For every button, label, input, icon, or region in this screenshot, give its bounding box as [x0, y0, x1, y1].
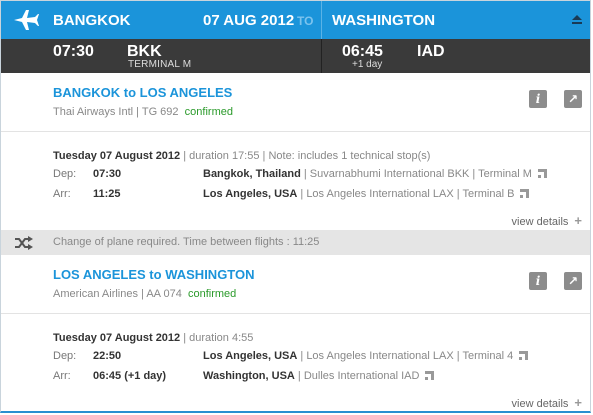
segment-duration: | duration 4:55 — [180, 332, 254, 344]
map-link-icon[interactable] — [537, 169, 547, 178]
airline-flight: American Airlines | AA 074 — [53, 288, 182, 300]
expand-icon[interactable]: ↗ — [564, 90, 582, 108]
arr-city: Los Angeles, USA — [203, 188, 298, 200]
dep-place: Los Angeles, USA | Los Angeles Internati… — [203, 350, 529, 362]
dep-time: 07:30 — [93, 168, 122, 180]
segment-date: Tuesday 07 August 2012 — [53, 150, 181, 162]
airplane-icon — [14, 10, 39, 30]
status-badge: confirmed — [184, 106, 233, 118]
airline-flight: Thai Airways Intl | TG 692 — [53, 106, 179, 118]
segment-header: LOS ANGELES to WASHINGTON American Airli… — [1, 255, 590, 314]
info-icon[interactable]: i — [529, 90, 547, 108]
arr-place: Washington, USA | Dulles International I… — [203, 370, 435, 382]
dep-city: Los Angeles, USA — [203, 350, 298, 362]
departure-terminal: TERMINAL M — [128, 59, 192, 70]
segment-duration: | duration 17:55 | Note: includes 1 tech… — [180, 150, 431, 162]
destination-city: WASHINGTON — [332, 12, 436, 29]
segment-airline: Thai Airways Intl | TG 692 confirmed — [53, 106, 233, 118]
map-link-icon[interactable] — [425, 371, 435, 380]
segment-title[interactable]: LOS ANGELES to WASHINGTON — [53, 267, 255, 282]
segment-date-line: Tuesday 07 August 2012 | duration 4:55 — [53, 332, 253, 344]
arr-label: Arr: — [53, 188, 71, 200]
trip-times-bar: 07:30 BKK TERMINAL M 06:45 +1 day IAD — [1, 39, 590, 73]
map-link-icon[interactable] — [520, 189, 530, 198]
segment-details: Tuesday 07 August 2012 | duration 17:55 … — [1, 132, 590, 230]
arrival-day-offset: +1 day — [352, 59, 383, 70]
plus-icon[interactable]: + — [574, 213, 582, 228]
view-details-link[interactable]: view details + — [512, 395, 582, 410]
view-details-label[interactable]: view details — [512, 216, 569, 228]
view-details-link[interactable]: view details + — [512, 213, 582, 228]
dep-time: 22:50 — [93, 350, 122, 362]
map-link-icon[interactable] — [519, 351, 529, 360]
plus-icon[interactable]: + — [574, 395, 582, 410]
arr-label: Arr: — [53, 370, 71, 382]
departure-row: Dep: 22:50 Los Angeles, USA | Los Angele… — [53, 350, 583, 366]
dep-city: Bangkok, Thailand — [203, 168, 301, 180]
view-details-label[interactable]: view details — [512, 398, 569, 410]
arrival-airport-code: IAD — [417, 43, 445, 60]
dep-label: Dep: — [53, 350, 77, 362]
dep-label: Dep: — [53, 168, 77, 180]
segment-header: BANGKOK to LOS ANGELES Thai Airways Intl… — [1, 73, 590, 132]
expand-icon[interactable]: ↗ — [564, 272, 582, 290]
arr-time: 06:45 (+1 day) — [93, 370, 167, 382]
status-badge: confirmed — [187, 288, 237, 300]
segment-airline: American Airlines | AA 074 confirmed — [53, 288, 236, 300]
arr-airport: | Los Angeles International LAX | Termin… — [297, 188, 515, 200]
arr-place: Los Angeles, USA | Los Angeles Internati… — [203, 188, 530, 200]
arr-airport: | Dulles International IAD — [294, 370, 420, 382]
arrival-row: Arr: 11:25 Los Angeles, USA | Los Angele… — [53, 188, 583, 204]
departure-row: Dep: 07:30 Bangkok, Thailand | Suvarnabh… — [53, 168, 583, 184]
times-divider — [321, 39, 322, 73]
shuffle-icon — [15, 236, 33, 250]
info-icon[interactable]: i — [529, 272, 547, 290]
segment-date: Tuesday 07 August 2012 — [53, 332, 181, 344]
collapse-icon[interactable] — [572, 14, 582, 24]
arr-city: Washington, USA — [203, 370, 295, 382]
departure-time: 07:30 — [53, 43, 94, 60]
dep-airport: | Los Angeles International LAX | Termin… — [297, 350, 514, 362]
trip-date: 07 AUG 2012 — [203, 12, 295, 29]
dep-airport: | Suvarnabhumi International BKK | Termi… — [300, 168, 532, 180]
connection-text: Change of plane required. Time between f… — [53, 236, 320, 248]
trip-header: BANGKOK 07 AUG 2012 TO WASHINGTON — [1, 1, 590, 39]
segment-title[interactable]: BANGKOK to LOS ANGELES — [53, 85, 232, 100]
arr-time: 11:25 — [93, 188, 121, 200]
dep-place: Bangkok, Thailand | Suvarnabhumi Interna… — [203, 168, 547, 180]
header-divider — [321, 1, 322, 39]
segment-date-line: Tuesday 07 August 2012 | duration 17:55 … — [53, 150, 430, 162]
arrival-row: Arr: 06:45 (+1 day) Washington, USA | Du… — [53, 370, 583, 386]
itinerary-panel: BANGKOK 07 AUG 2012 TO WASHINGTON 07:30 … — [0, 0, 591, 413]
to-separator: TO — [297, 14, 314, 28]
connection-bar: Change of plane required. Time between f… — [1, 230, 590, 255]
origin-city: BANGKOK — [53, 12, 131, 29]
segment-details: Tuesday 07 August 2012 | duration 4:55 D… — [1, 314, 590, 412]
